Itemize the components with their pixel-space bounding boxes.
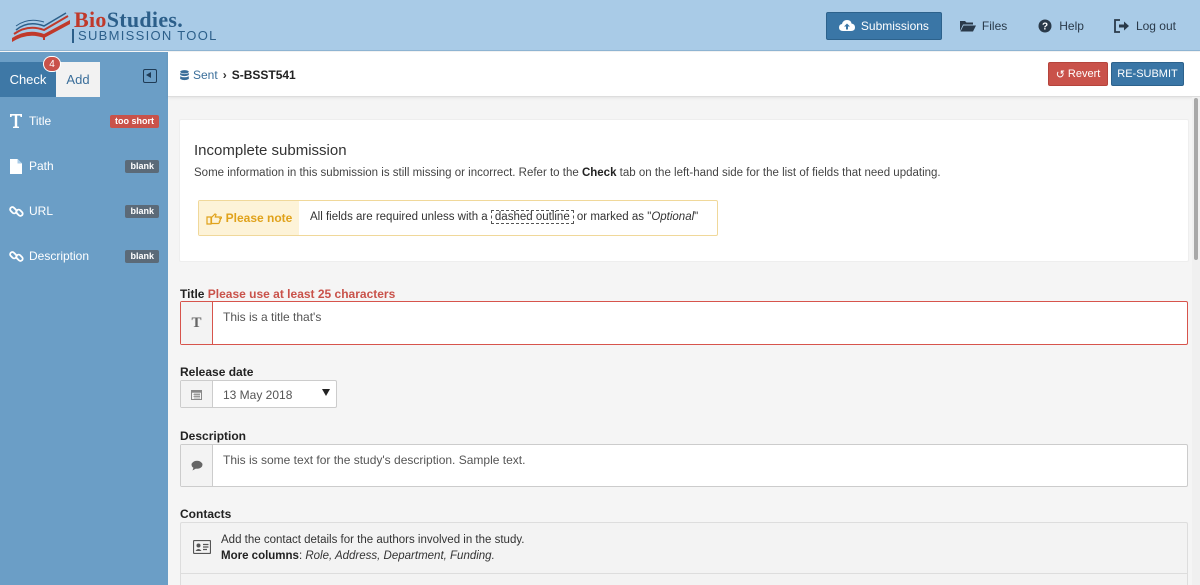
biostudies-logo[interactable]: BioStudies. SUBMISSION TOOL xyxy=(10,6,220,46)
question-circle-icon: ? xyxy=(1038,19,1052,33)
status-badge: blank xyxy=(125,204,159,218)
file-icon xyxy=(8,158,24,174)
cloud-upload-icon xyxy=(838,20,855,31)
files-button[interactable]: Files xyxy=(948,12,1019,40)
scrollbar-thumb[interactable] xyxy=(1194,98,1198,260)
logo-subtitle: SUBMISSION TOOL xyxy=(72,29,218,43)
status-badge: blank xyxy=(125,249,159,263)
help-button[interactable]: ? Help xyxy=(1025,12,1096,40)
comment-icon xyxy=(181,445,213,486)
please-note-box: Please note All fields are required unle… xyxy=(198,200,718,236)
contacts-more-columns: More columns: Role, Address, Department,… xyxy=(221,550,495,562)
link-icon xyxy=(8,203,24,219)
tab-add-label: Add xyxy=(66,72,90,87)
sidebar-item-label: Description xyxy=(29,249,90,263)
chevron-right-icon: › xyxy=(222,68,227,82)
resubmit-button[interactable]: RE-SUBMIT xyxy=(1111,62,1184,86)
please-note-label: Please note xyxy=(225,211,293,225)
contacts-table: Add the contact details for the authors … xyxy=(180,522,1188,585)
status-badge: blank xyxy=(125,159,159,173)
description-input-value: This is some text for the study's descri… xyxy=(223,453,526,467)
submissions-label: Submissions xyxy=(860,19,929,33)
caret-down-icon[interactable] xyxy=(322,389,330,396)
incomplete-notice: Incomplete submission Some information i… xyxy=(179,119,1189,262)
sidebar-tabs: Check Add 4 xyxy=(0,52,168,97)
sidebar: Check Add 4 Title too short Path blank U… xyxy=(0,52,168,585)
revert-button[interactable]: ↺ Revert xyxy=(1048,62,1108,86)
tab-check-label: Check xyxy=(9,72,47,87)
please-note-text: All fields are required unless with a da… xyxy=(310,210,699,224)
hand-pointer-icon xyxy=(206,212,222,225)
link-icon xyxy=(8,248,24,264)
breadcrumb: Sent › S-BSST541 xyxy=(180,68,296,82)
svg-text:?: ? xyxy=(1042,22,1048,33)
title-error-message: Please use at least 25 characters xyxy=(207,287,396,301)
title-input[interactable]: T This is a title that's xyxy=(180,301,1188,345)
sidebar-item-path[interactable]: Path blank xyxy=(0,154,168,178)
issues-count-badge: 4 xyxy=(43,56,61,72)
title-field-label: Title Please use at least 25 characters xyxy=(180,287,396,301)
sidebar-item-label: Title xyxy=(29,114,52,128)
text-icon xyxy=(8,113,24,129)
release-date-label: Release date xyxy=(180,365,254,379)
folder-open-icon xyxy=(959,21,976,32)
notice-text: Some information in this submission is s… xyxy=(194,167,941,179)
description-input[interactable]: This is some text for the study's descri… xyxy=(180,444,1188,487)
breadcrumb-sent-link[interactable]: Sent xyxy=(180,68,218,82)
sidebar-item-title[interactable]: Title too short xyxy=(0,109,168,133)
sidebar-item-url[interactable]: URL blank xyxy=(0,199,168,223)
title-input-value: This is a title that's xyxy=(223,310,322,324)
collapse-sidebar-icon[interactable] xyxy=(143,69,157,83)
sidebar-item-label: Path xyxy=(29,159,54,173)
submissions-button[interactable]: Submissions xyxy=(825,12,942,40)
release-date-picker[interactable]: 13 May 2018 xyxy=(180,380,337,408)
resubmit-label: RE-SUBMIT xyxy=(1117,68,1178,80)
breadcrumb-sent-label: Sent xyxy=(193,68,218,82)
book-logo-icon xyxy=(12,12,70,42)
status-badge: too short xyxy=(110,114,159,128)
release-date-value: 13 May 2018 xyxy=(223,388,293,402)
logout-button[interactable]: Log out xyxy=(1102,12,1188,40)
tab-add[interactable]: Add xyxy=(56,62,100,97)
database-icon xyxy=(180,69,189,80)
revert-label: Revert xyxy=(1067,68,1101,80)
undo-icon: ↺ xyxy=(1055,68,1065,81)
contacts-divider xyxy=(181,573,1187,574)
help-label: Help xyxy=(1059,19,1084,33)
files-label: Files xyxy=(981,19,1008,33)
sign-out-icon xyxy=(1114,19,1129,33)
top-nav: Submissions Files ? Help Log out xyxy=(820,12,1188,40)
text-icon: T xyxy=(181,302,213,344)
submission-id: S-BSST541 xyxy=(231,68,296,82)
contacts-help-text: Add the contact details for the authors … xyxy=(221,534,525,546)
sidebar-item-description[interactable]: Description blank xyxy=(0,244,168,268)
please-note-tag: Please note xyxy=(199,201,299,235)
calendar-icon xyxy=(181,381,213,407)
logout-label: Log out xyxy=(1135,19,1176,33)
notice-title: Incomplete submission xyxy=(194,142,347,159)
top-header: BioStudies. SUBMISSION TOOL Submissions … xyxy=(0,0,1200,51)
breadcrumb-bar: Sent › S-BSST541 ↺ Revert RE-SUBMIT xyxy=(168,52,1200,97)
contacts-label: Contacts xyxy=(180,507,232,521)
sidebar-item-label: URL xyxy=(29,204,54,218)
address-card-icon xyxy=(193,540,211,554)
description-label: Description xyxy=(180,429,247,443)
